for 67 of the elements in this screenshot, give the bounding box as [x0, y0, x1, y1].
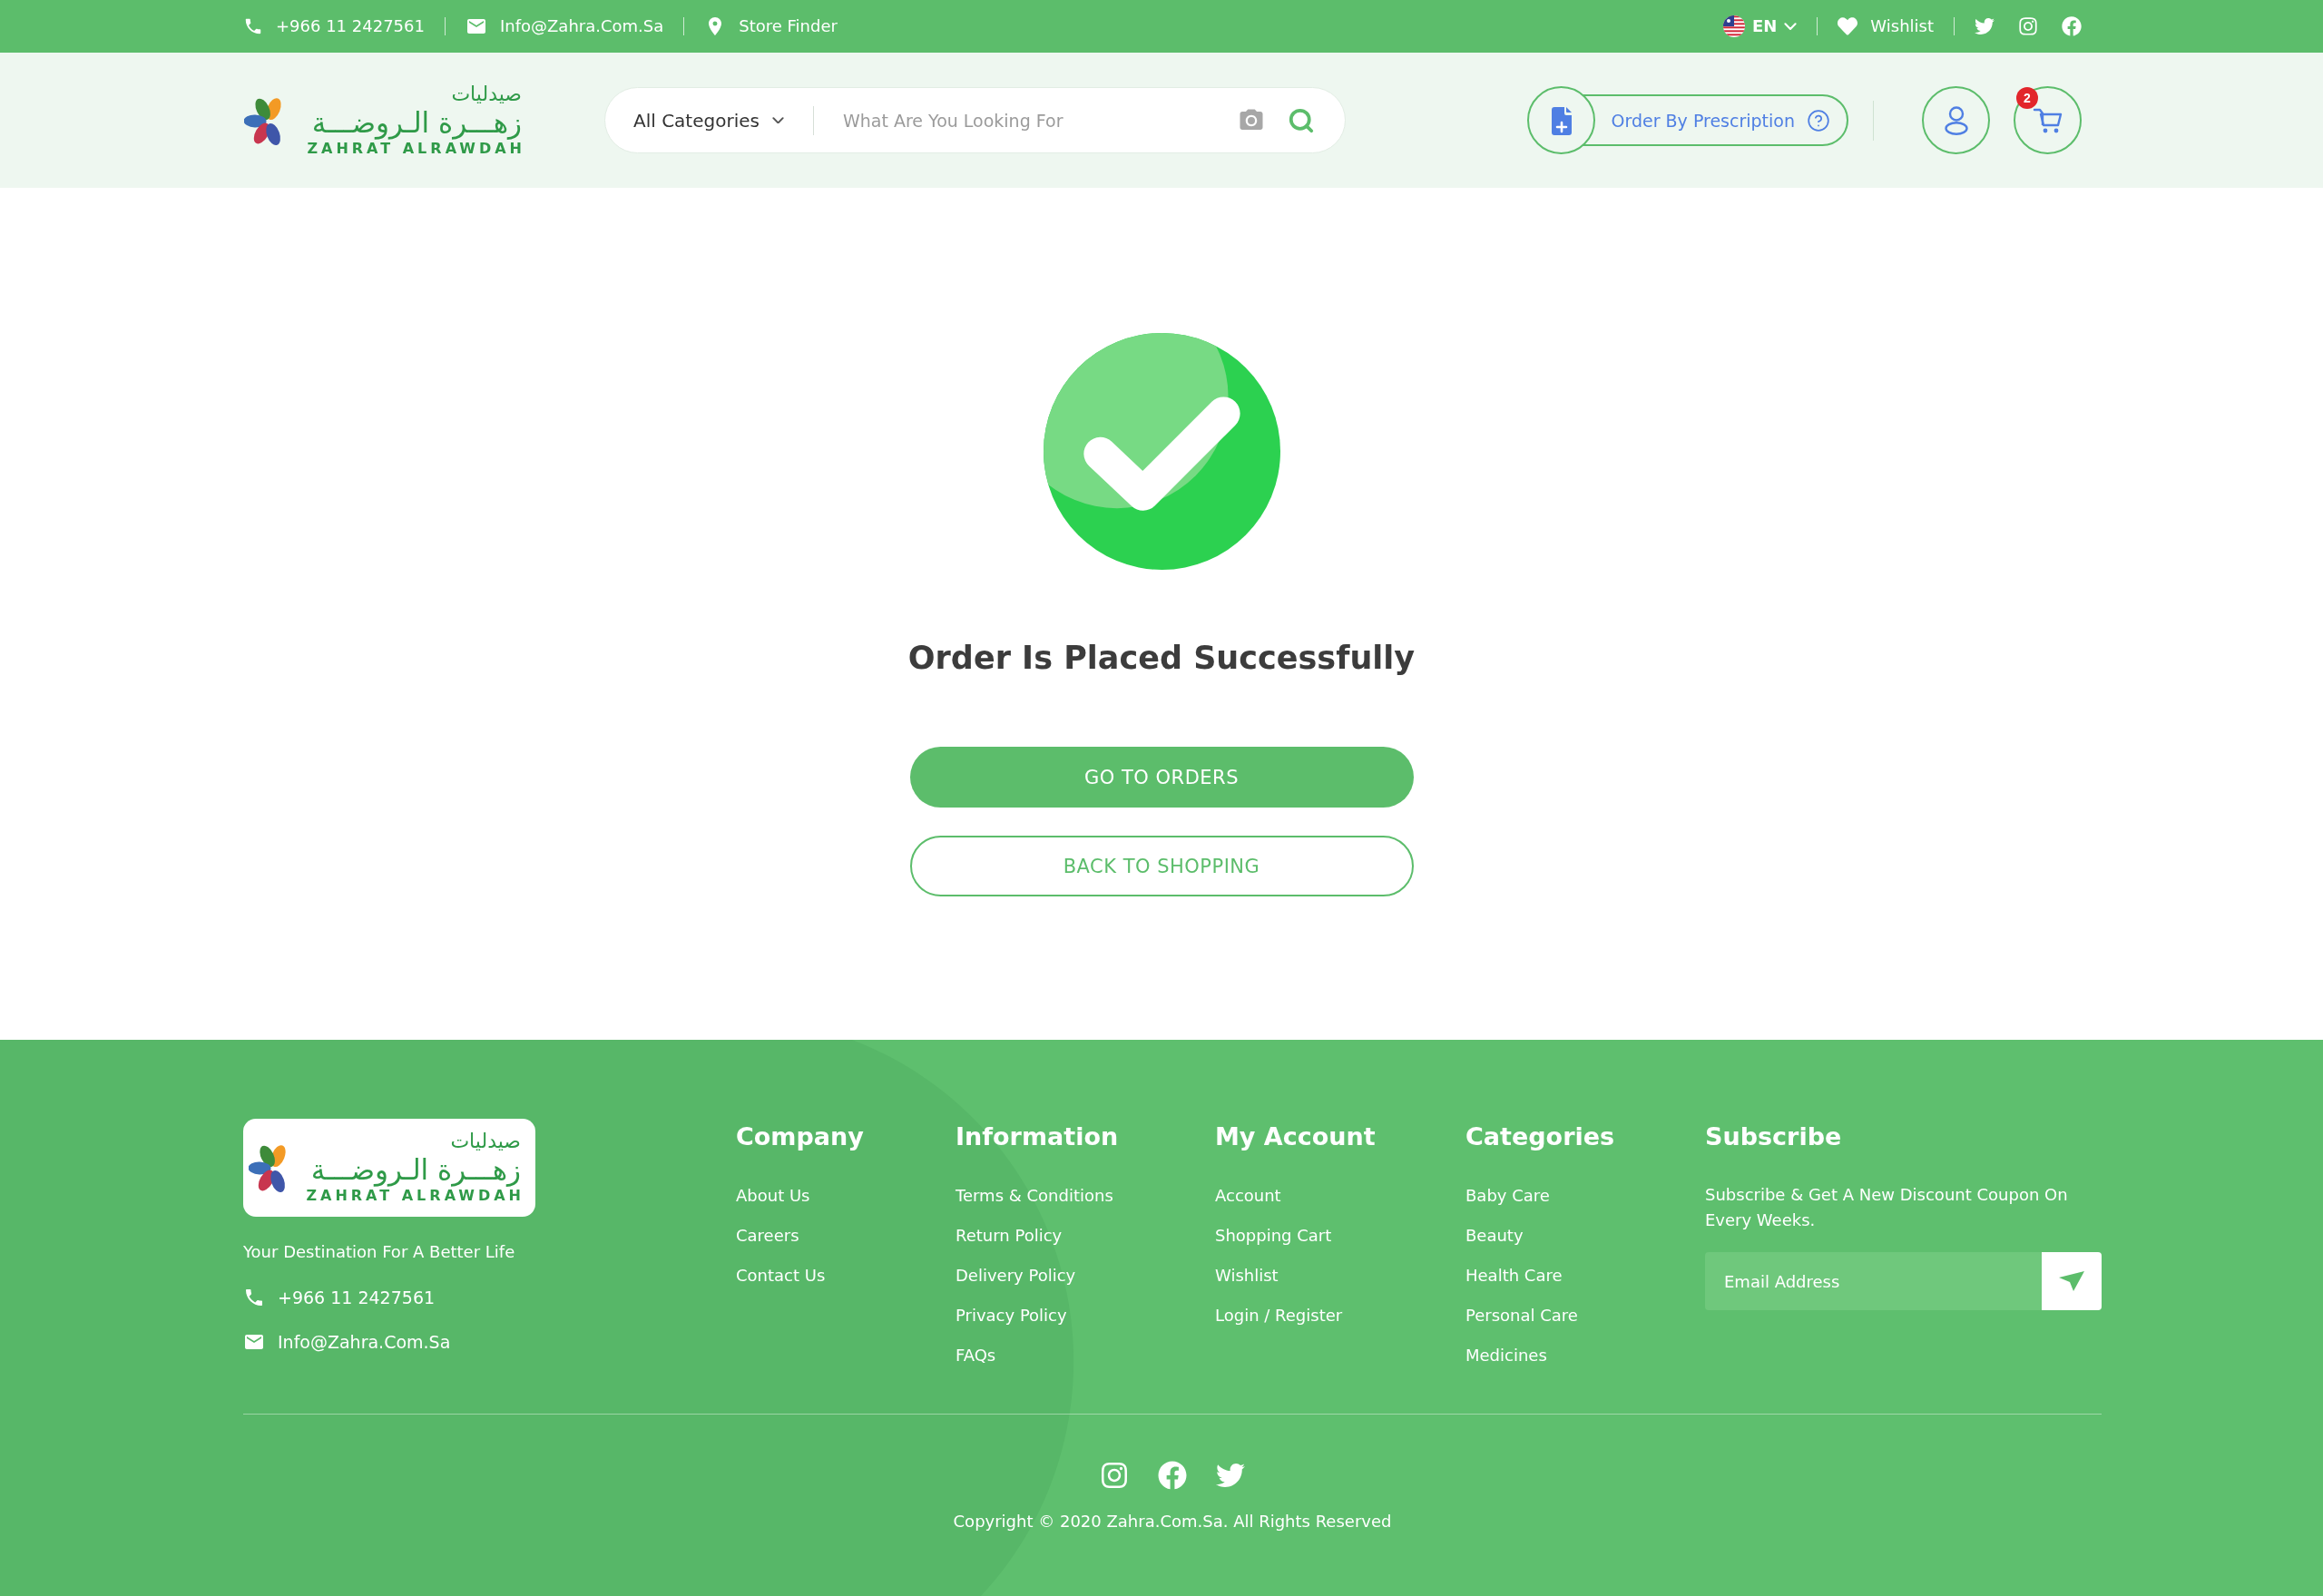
- copyright-text: Copyright © 2020 Zahra.Com.Sa. All Rights Reserved: [953, 1512, 1392, 1532]
- back-to-shopping-button[interactable]: BACK TO SHOPPING: [909, 836, 1414, 896]
- footer-link[interactable]: Medicines: [1465, 1344, 1547, 1367]
- footer-link[interactable]: Account: [1215, 1184, 1281, 1208]
- logo-name: ZAHRAT ALRAWDAH: [306, 1187, 524, 1206]
- footer-link[interactable]: Careers: [736, 1224, 799, 1248]
- footer-column-title: Subscribe: [1705, 1121, 1842, 1151]
- footer-link[interactable]: Contact Us: [736, 1264, 826, 1288]
- footer-link[interactable]: Personal Care: [1465, 1304, 1578, 1327]
- cart-count-badge: 2: [2016, 87, 2038, 109]
- logo-arabic-name: زهـــرة الـروضـــة: [311, 105, 522, 139]
- flag-icon: [1723, 15, 1745, 37]
- facebook-icon[interactable]: [1158, 1461, 1187, 1490]
- phone-icon: [243, 16, 263, 36]
- footer-column-title: Company: [736, 1121, 864, 1151]
- twitter-icon[interactable]: [1975, 16, 1995, 36]
- footer-link[interactable]: Beauty: [1465, 1224, 1524, 1248]
- footer-link[interactable]: Health Care: [1465, 1264, 1563, 1288]
- phone-icon: [243, 1287, 265, 1308]
- footer-link[interactable]: Wishlist: [1215, 1264, 1279, 1288]
- twitter-icon[interactable]: [1216, 1461, 1245, 1490]
- footer-column-title: My Account: [1215, 1121, 1376, 1151]
- footer-link[interactable]: FAQs: [956, 1344, 996, 1367]
- email-field[interactable]: Email Address: [1705, 1252, 2042, 1310]
- success-title: Order Is Placed Successfully: [907, 639, 1416, 678]
- send-icon: [2058, 1270, 2085, 1292]
- facebook-icon[interactable]: [2062, 16, 2082, 36]
- footer-email-link[interactable]: Info@Zahra.Com.Sa: [243, 1331, 451, 1353]
- footer-link[interactable]: About Us: [736, 1184, 810, 1208]
- search-field[interactable]: What Are You Looking For: [840, 106, 1238, 134]
- footer-tagline: Your Destination For A Better Life: [243, 1242, 515, 1262]
- language-selector[interactable]: EN: [1723, 15, 1798, 37]
- search-icon[interactable]: [1288, 106, 1315, 134]
- heart-icon: [1838, 16, 1858, 36]
- go-to-orders-button[interactable]: GO TO ORDERS: [909, 747, 1414, 808]
- account-button[interactable]: [1922, 86, 1990, 154]
- send-button[interactable]: [2042, 1252, 2102, 1310]
- help-icon: [1807, 108, 1830, 132]
- instagram-icon[interactable]: [2018, 16, 2038, 36]
- footer-link[interactable]: Privacy Policy: [956, 1304, 1067, 1327]
- footer-phone-link[interactable]: +966 11 2427561: [243, 1287, 436, 1308]
- subscribe-text: Subscribe & Get A New Discount Coupon On Every Weeks.: [1705, 1184, 2069, 1231]
- category-dropdown[interactable]: All Categories: [633, 109, 784, 132]
- store-finder-link[interactable]: Store Finder: [704, 15, 838, 37]
- document-plus-icon: [1526, 86, 1595, 154]
- chevron-down-icon: [1784, 22, 1798, 31]
- email-link[interactable]: Info@Zahra.Com.Sa: [465, 15, 664, 37]
- user-icon: [1944, 105, 1968, 135]
- footer-column-title: Information: [956, 1121, 1119, 1151]
- footer-link[interactable]: Terms & Conditions: [956, 1184, 1113, 1208]
- footer-link[interactable]: Baby Care: [1465, 1184, 1550, 1208]
- logo-arabic-subtitle: صيدليات: [450, 1130, 521, 1153]
- footer-column-title: Categories: [1465, 1121, 1615, 1151]
- footer-link[interactable]: Delivery Policy: [956, 1264, 1076, 1288]
- check-circle-icon: [1043, 333, 1280, 570]
- footer-link[interactable]: Return Policy: [956, 1224, 1063, 1248]
- logo-name: ZAHRAT ALRAWDAH: [307, 139, 525, 159]
- logo-arabic-subtitle: صيدليات: [451, 82, 522, 106]
- logo-arabic-name: زهـــرة الـروضـــة: [310, 1153, 521, 1186]
- footer-link[interactable]: Shopping Cart: [1215, 1224, 1332, 1248]
- footer-link[interactable]: Login / Register: [1215, 1304, 1343, 1327]
- chevron-down-icon: [771, 116, 784, 124]
- order-by-prescription-button[interactable]: Order By Prescription: [1526, 86, 1848, 154]
- phone-link[interactable]: +966 11 2427561: [243, 15, 425, 37]
- cart-button[interactable]: 2: [2014, 86, 2082, 154]
- wishlist-link[interactable]: Wishlist: [1838, 15, 1934, 37]
- instagram-icon[interactable]: [1100, 1461, 1129, 1490]
